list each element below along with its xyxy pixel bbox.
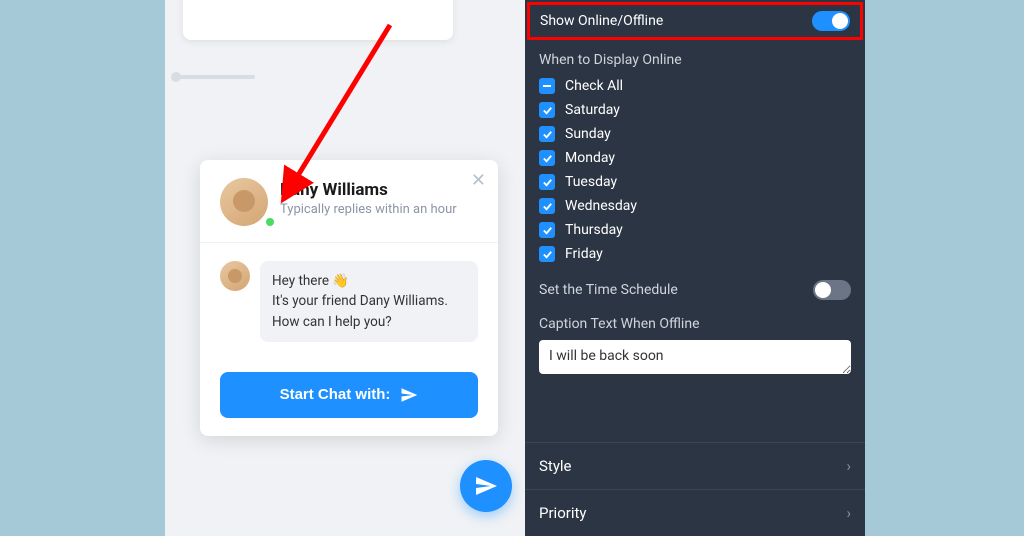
chat-header: ✕ Dany Williams Typically replies within…	[200, 160, 498, 243]
chevron-right-icon: ›	[846, 457, 851, 475]
day-row[interactable]: Friday	[525, 242, 865, 266]
greeting-message: Hey there 👋 It's your friend Dany Willia…	[260, 261, 478, 342]
check-all-checkbox[interactable]	[539, 78, 555, 94]
time-schedule-label: Set the Time Schedule	[539, 282, 678, 298]
day-label: Sunday	[565, 126, 611, 142]
agent-name: Dany Williams	[280, 180, 478, 200]
paper-plane-icon	[474, 474, 498, 498]
day-label: Tuesday	[565, 174, 617, 190]
caption-label: Caption Text When Offline	[525, 308, 865, 340]
show-online-row: Show Online/Offline	[527, 2, 863, 40]
agent-avatar	[220, 178, 268, 226]
style-section[interactable]: Style ›	[525, 442, 865, 489]
paper-plane-icon	[400, 386, 418, 404]
chat-widget: ✕ Dany Williams Typically replies within…	[200, 160, 498, 436]
day-checkbox[interactable]	[539, 222, 555, 238]
online-status-dot	[264, 216, 276, 228]
day-label: Wednesday	[565, 198, 637, 214]
background-card	[183, 0, 453, 40]
start-chat-button[interactable]: Start Chat with:	[220, 372, 478, 418]
check-all-label: Check All	[565, 78, 623, 94]
chat-fab[interactable]	[460, 460, 512, 512]
priority-section[interactable]: Priority ›	[525, 489, 865, 536]
check-all-row[interactable]: Check All	[525, 74, 865, 98]
day-checkbox[interactable]	[539, 198, 555, 214]
start-chat-label: Start Chat with:	[280, 386, 391, 403]
day-checkbox[interactable]	[539, 174, 555, 190]
day-label: Monday	[565, 150, 615, 166]
day-checkbox[interactable]	[539, 126, 555, 142]
day-row[interactable]: Thursday	[525, 218, 865, 242]
chevron-right-icon: ›	[846, 504, 851, 522]
when-display-label: When to Display Online	[525, 42, 865, 74]
day-row[interactable]: Sunday	[525, 122, 865, 146]
message-avatar	[220, 261, 250, 291]
chat-body: Hey there 👋 It's your friend Dany Willia…	[200, 243, 498, 360]
settings-panel: Show Online/Offline When to Display Onli…	[525, 0, 865, 536]
close-icon[interactable]: ✕	[471, 170, 486, 191]
day-label: Saturday	[565, 102, 620, 118]
show-online-label: Show Online/Offline	[540, 13, 663, 29]
day-row[interactable]: Tuesday	[525, 170, 865, 194]
style-label: Style	[539, 457, 572, 475]
caption-offline-input[interactable]	[539, 340, 851, 374]
day-checkbox[interactable]	[539, 150, 555, 166]
day-row[interactable]: Saturday	[525, 98, 865, 122]
day-row[interactable]: Monday	[525, 146, 865, 170]
show-online-toggle[interactable]	[812, 11, 850, 31]
time-schedule-toggle[interactable]	[813, 280, 851, 300]
preview-area: ✕ Dany Williams Typically replies within…	[165, 0, 515, 536]
reply-time: Typically replies within an hour	[280, 202, 478, 217]
day-row[interactable]: Wednesday	[525, 194, 865, 218]
priority-label: Priority	[539, 504, 586, 522]
day-label: Friday	[565, 246, 603, 262]
time-schedule-row: Set the Time Schedule	[525, 266, 865, 308]
day-label: Thursday	[565, 222, 623, 238]
day-checkbox[interactable]	[539, 102, 555, 118]
background-slider	[175, 75, 255, 79]
day-checkbox[interactable]	[539, 246, 555, 262]
